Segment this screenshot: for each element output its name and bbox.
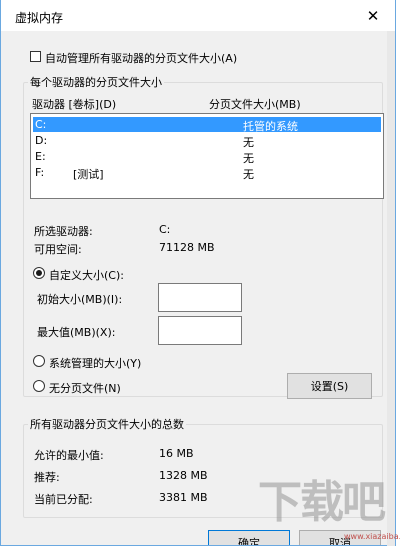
current-allocated-label: 当前已分配: [34,493,93,506]
list-item[interactable]: F: [测试] 无 [33,165,381,181]
min-allowed-label: 允许的最小值: [34,449,104,462]
drive-list[interactable]: C: 托管的系统 D: 无 E: 无 F: [测试] 无 [30,113,384,199]
drive-column-header: 驱动器 [卷标](D) [32,98,117,111]
title-bar: 虚拟内存 ✕ [1,0,395,31]
list-item[interactable]: C: 托管的系统 [33,117,381,133]
system-managed-radio[interactable] [33,355,45,367]
custom-size-radio[interactable] [33,267,45,279]
auto-manage-checkbox[interactable] [30,51,41,62]
close-button[interactable]: ✕ [351,0,395,31]
selected-drive-value: C: [159,223,171,236]
system-managed-label[interactable]: 系统管理的大小(Y) [49,355,141,371]
close-icon: ✕ [366,6,380,25]
no-paging-file-radio[interactable] [33,380,45,392]
radio-selected-dot [36,270,42,276]
max-size-label: 最大值(MB)(X): [37,326,116,339]
initial-size-label: 初始大小(MB)(I): [37,293,123,306]
custom-size-label[interactable]: 自定义大小(C): [49,267,124,283]
list-item[interactable]: E: 无 [33,149,381,165]
recommended-label: 推荐: [34,471,60,484]
drives-group-title: 每个驱动器的分页文件大小 [28,74,164,90]
min-allowed-value: 16 MB [159,447,194,460]
auto-manage-label[interactable]: 自动管理所有驱动器的分页文件大小(A) [45,50,237,66]
recommended-value: 1328 MB [159,469,208,482]
max-size-input[interactable] [158,316,242,345]
selected-drive-label: 所选驱动器: [34,225,93,238]
ok-button-label: 确定 [238,537,260,546]
virtual-memory-dialog: 虚拟内存 ✕ 自动管理所有驱动器的分页文件大小(A) 每个驱动器的分页文件大小 … [0,0,396,546]
free-space-label: 可用空间: [34,243,82,256]
size-column-header: 分页文件大小(MB) [209,98,301,111]
watermark-url: www.xiazaiba.com [344,532,400,541]
current-allocated-value: 3381 MB [159,491,208,504]
initial-size-input[interactable] [158,283,242,312]
window-title: 虚拟内存 [15,11,64,25]
free-space-value: 71128 MB [159,241,215,254]
set-button[interactable]: 设置(S) [287,373,372,399]
set-button-label: 设置(S) [310,380,349,393]
list-item[interactable]: D: 无 [33,133,381,149]
totals-group-title: 所有驱动器分页文件大小的总数 [28,416,186,432]
no-paging-file-label[interactable]: 无分页文件(N) [49,380,121,396]
